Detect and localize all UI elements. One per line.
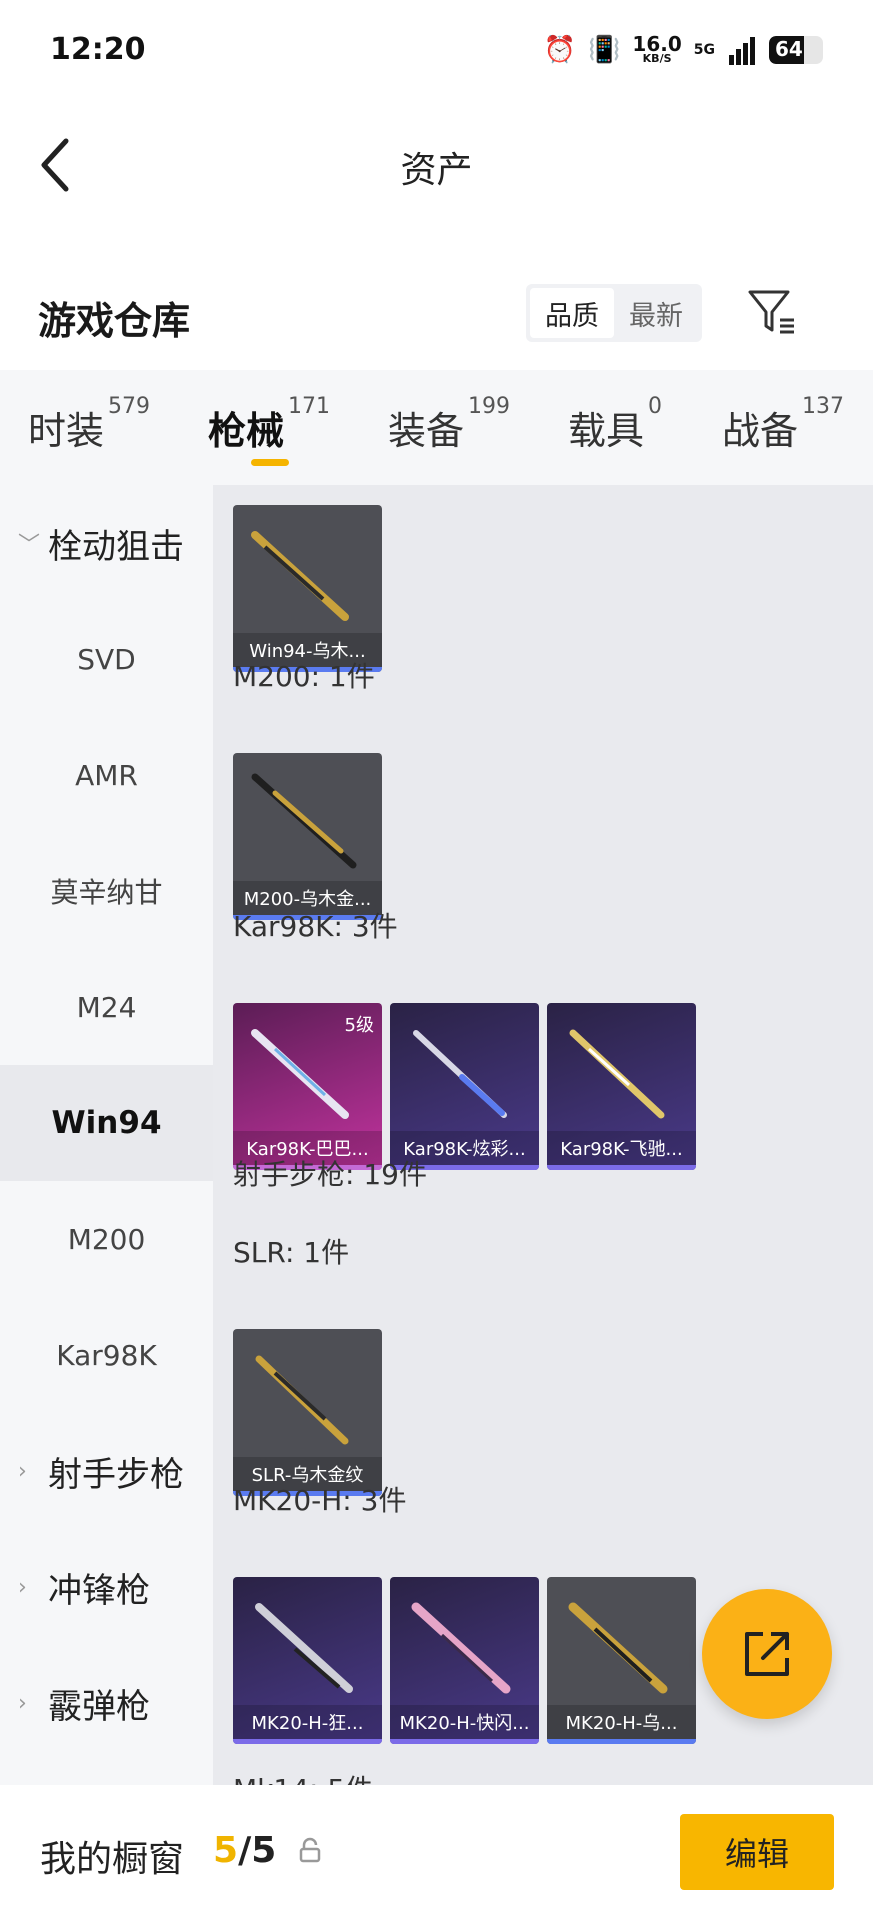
showcase-count: 5/5 [213, 1830, 277, 1871]
sidebar-group-smg[interactable]: › 冲锋枪 [0, 1529, 213, 1645]
filter-icon [748, 290, 794, 334]
item-name: Kar98K-飞驰... [547, 1131, 696, 1165]
header: 资产 [0, 105, 873, 225]
section-heading: M200: 1件 [233, 660, 375, 693]
lock-icon [299, 1837, 321, 1863]
sidebar-item-mosin[interactable]: 莫辛纳甘 [0, 833, 213, 949]
sidebar-item-svd[interactable]: SVD [0, 601, 213, 717]
rifle-icon [413, 1030, 507, 1118]
rifle-icon [251, 1029, 349, 1119]
bottom-bar: 我的橱窗 5/5 编辑 [0, 1785, 873, 1920]
tab-fashion[interactable]: 时装579 [28, 394, 150, 455]
chevron-right-icon: › [18, 1574, 27, 1600]
sidebar-item-m24[interactable]: M24 [0, 949, 213, 1065]
tab-combat-gear[interactable]: 战备137 [722, 394, 844, 455]
section-heading: MK20-H: 3件 [233, 1484, 407, 1517]
alarm-icon: ⏰ [543, 35, 577, 65]
warehouse-header: 游戏仓库 品质 最新 [0, 270, 873, 360]
rifle-icon [255, 1603, 353, 1693]
item-card[interactable]: M200-乌木金... [233, 753, 382, 920]
signal-5g-icon: 5G [693, 42, 715, 58]
rifle-icon [255, 1355, 349, 1445]
tab-firearms[interactable]: 枪械171 [208, 394, 330, 455]
item-card[interactable]: Kar98K-飞驰... [547, 1003, 696, 1170]
sidebar-item-win94[interactable]: Win94 [0, 1065, 213, 1181]
battery-icon: 64 [769, 36, 823, 64]
tab-vehicles[interactable]: 载具0 [568, 394, 662, 455]
item-card[interactable]: MK20-H-狂... [233, 1577, 382, 1744]
net-speed: 16.0 KB/S [632, 32, 682, 65]
rifle-icon [568, 1602, 668, 1694]
item-card[interactable]: Kar98K-炫彩... [390, 1003, 539, 1170]
item-card[interactable]: Win94-乌木... [233, 505, 382, 672]
item-name: MK20-H-乌... [547, 1705, 696, 1739]
rifle-icon [251, 531, 349, 621]
rifle-icon [569, 1029, 665, 1119]
category-tabs: 时装579 枪械171 装备199 载具0 战备137 [0, 370, 873, 485]
section-heading: 射手步枪: 19件 [233, 1158, 427, 1191]
sidebar-group-shotgun[interactable]: › 霰弹枪 [0, 1645, 213, 1761]
sort-quality-option[interactable]: 品质 [530, 288, 614, 338]
item-card[interactable]: 5级 Kar98K-巴巴... [233, 1003, 382, 1170]
sidebar-group-bolt-action[interactable]: ﹀ 栓动狙击 [0, 485, 213, 601]
rifle-icon [411, 1602, 511, 1694]
showcase-title: 我的橱窗 [40, 1839, 185, 1880]
sort-newest-option[interactable]: 最新 [614, 288, 698, 338]
status-time: 12:20 [50, 32, 146, 67]
warehouse-title: 游戏仓库 [38, 299, 191, 343]
active-tab-indicator [251, 459, 289, 466]
section-heading: Mk14: 5件 [233, 1768, 373, 1785]
item-name: MK20-H-快闪... [390, 1705, 539, 1739]
sidebar-item-amr[interactable]: AMR [0, 717, 213, 833]
page-title: 资产 [400, 150, 473, 191]
sidebar-item-kar98k[interactable]: Kar98K [0, 1297, 213, 1413]
sort-toggle: 品质 最新 [526, 284, 702, 342]
edit-button[interactable]: 编辑 [680, 1814, 834, 1890]
item-card[interactable]: MK20-H-快闪... [390, 1577, 539, 1744]
item-card[interactable]: SLR-乌木金纹 [233, 1329, 382, 1496]
status-icons: ⏰ 📳 16.0 KB/S 5G 64 [544, 30, 823, 70]
filter-button[interactable] [744, 284, 800, 340]
tab-equipment[interactable]: 装备199 [388, 394, 510, 455]
rifle-icon [251, 773, 357, 869]
section-heading: Kar98K: 3件 [233, 910, 398, 943]
item-card[interactable]: MK20-H-乌... [547, 1577, 696, 1744]
share-fab-button[interactable] [702, 1589, 832, 1719]
section-heading: SLR: 1件 [233, 1236, 350, 1269]
signal-strength-icon [729, 37, 755, 65]
item-name: MK20-H-狂... [233, 1705, 382, 1739]
sidebar-group-marksman[interactable]: › 射手步枪 [0, 1413, 213, 1529]
sidebar-item-m200[interactable]: M200 [0, 1181, 213, 1297]
chevron-right-icon: › [18, 1690, 27, 1716]
status-bar: 12:20 ⏰ 📳 16.0 KB/S 5G 64 [0, 0, 873, 105]
chevron-right-icon: › [18, 1458, 27, 1484]
chevron-down-icon: ﹀ [18, 533, 41, 558]
external-link-icon [745, 1632, 789, 1676]
vibrate-icon: 📳 [588, 35, 621, 65]
sidebar: ﹀ 栓动狙击 SVD AMR 莫辛纳甘 M24 Win94 M200 Kar98… [0, 485, 213, 1785]
